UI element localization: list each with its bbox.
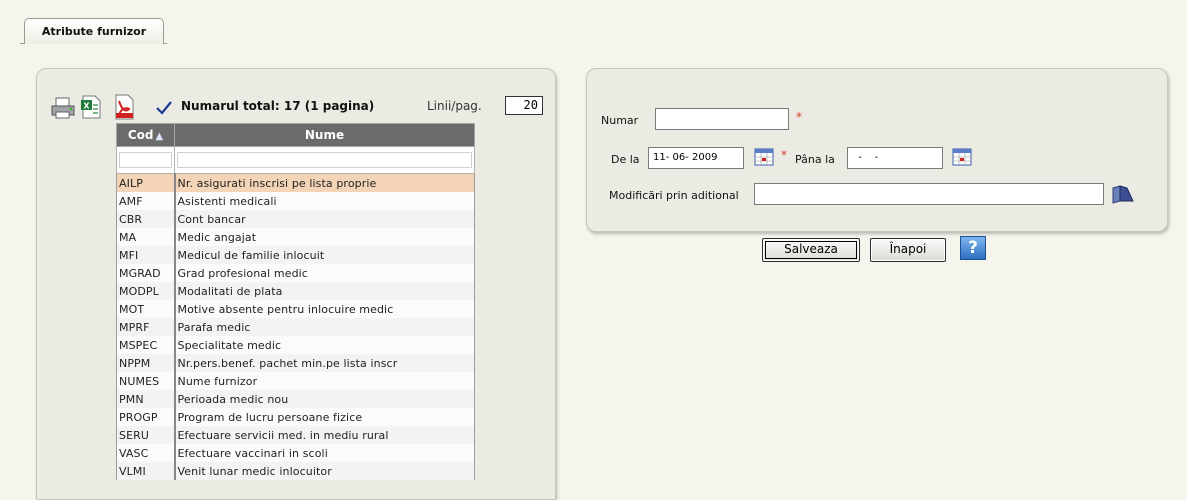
de-la-label: De la <box>611 153 640 166</box>
cell-cod: VASC <box>116 444 176 462</box>
cell-cod: MPRF <box>116 318 176 336</box>
help-icon[interactable]: ? <box>960 236 986 260</box>
sort-asc-icon: ▲ <box>155 131 164 142</box>
folder-icon[interactable] <box>1111 184 1135 204</box>
cell-cod: NUMES <box>116 372 176 390</box>
cell-nume: Cont bancar <box>174 210 475 228</box>
column-header-label: Cod <box>127 128 154 142</box>
table-row[interactable]: MSPEC Specialitate medic <box>116 336 475 354</box>
cell-nume: Grad profesional medic <box>174 264 475 282</box>
table-row[interactable]: CBR Cont bancar <box>116 210 475 228</box>
pdf-icon[interactable] <box>113 93 135 121</box>
cell-cod: AILP <box>116 173 176 192</box>
table-body: AILP Nr. asigurati inscrisi pe lista prop… <box>116 173 475 480</box>
cell-nume: Nr. asigurati inscrisi pe lista proprie <box>174 173 475 192</box>
filter-input-nume[interactable] <box>177 152 472 168</box>
table-row[interactable]: MOT Motive absente pentru inlocuire medic <box>116 300 475 318</box>
cell-nume: Specialitate medic <box>174 336 475 354</box>
de-la-date-input[interactable]: 11- 06- 2009 <box>648 147 744 169</box>
checkmark-icon[interactable] <box>155 100 173 116</box>
results-table: Cod ▲ Nume AILP Nr. asigurati inscrisi pe … <box>116 123 475 480</box>
cell-nume: Efectuare vaccinari in scoli <box>174 444 475 462</box>
cell-cod: NPPM <box>116 354 176 372</box>
cell-cod: MODPL <box>116 282 176 300</box>
table-row[interactable]: MPRF Parafa medic <box>116 318 475 336</box>
cell-cod: MA <box>116 228 176 246</box>
cell-cod: MFI <box>116 246 176 264</box>
cell-cod: AMF <box>116 192 176 210</box>
cell-nume: Motive absente pentru inlocuire medic <box>174 300 475 318</box>
save-button[interactable]: Salveaza <box>762 238 860 262</box>
table-row[interactable]: VLMI Venit lunar medic inlocuitor <box>116 462 475 480</box>
table-row[interactable]: SERU Efectuare servicii med. in mediu rur… <box>116 426 475 444</box>
table-row[interactable]: NUMES Nume furnizor <box>116 372 475 390</box>
cell-cod: CBR <box>116 210 176 228</box>
calendar-icon[interactable] <box>952 148 972 166</box>
printer-icon[interactable] <box>50 96 76 120</box>
rows-per-page-input[interactable]: 20 <box>505 96 543 115</box>
cell-nume: Nume furnizor <box>174 372 475 390</box>
cell-nume: Medicul de familie inlocuit <box>174 246 475 264</box>
table-row[interactable]: VASC Efectuare vaccinari in scoli <box>116 444 475 462</box>
tab-divider <box>20 43 24 44</box>
save-button-label: Salveaza <box>784 242 838 256</box>
cell-nume: Perioada medic nou <box>174 390 475 408</box>
back-button[interactable]: Înapoi <box>870 238 946 262</box>
excel-icon[interactable]: X <box>80 94 102 120</box>
cell-cod: MSPEC <box>116 336 176 354</box>
cell-nume: Efectuare servicii med. in mediu rural <box>174 426 475 444</box>
cell-cod: SERU <box>116 426 176 444</box>
calendar-icon[interactable] <box>754 148 774 166</box>
column-header-nume[interactable]: Nume <box>174 123 475 147</box>
cell-nume: Modalitati de plata <box>174 282 475 300</box>
table-row[interactable]: AMF Asistenti medicali <box>116 192 475 210</box>
rows-per-page-label: Linii/pag. <box>427 99 482 113</box>
table-row[interactable]: NPPM Nr.pers.benef. pachet min.pe lista i… <box>116 354 475 372</box>
tab-atribute-furnizor[interactable]: Atribute furnizor <box>24 18 164 44</box>
filter-cell-nume[interactable] <box>174 146 475 174</box>
table-row[interactable]: AILP Nr. asigurati inscrisi pe lista prop… <box>116 173 475 192</box>
table-row[interactable]: MGRAD Grad profesional medic <box>116 264 475 282</box>
cell-cod: MOT <box>116 300 176 318</box>
modificari-label: Modificări prin aditional <box>609 189 739 202</box>
table-row[interactable]: MA Medic angajat <box>116 228 475 246</box>
tab-divider <box>163 43 167 44</box>
cell-cod: PMN <box>116 390 176 408</box>
pana-la-label: Pâna la <box>795 153 835 166</box>
pana-la-date-input[interactable]: - - <box>847 147 943 169</box>
table-row[interactable]: PROGP Program de lucru persoane fizice <box>116 408 475 426</box>
numar-label: Numar <box>601 114 639 127</box>
table-row[interactable]: MFI Medicul de familie inlocuit <box>116 246 475 264</box>
cell-cod: MGRAD <box>116 264 176 282</box>
table-row[interactable]: MODPL Modalitati de plata <box>116 282 475 300</box>
column-header-cod[interactable]: Cod ▲ <box>116 123 175 147</box>
cell-nume: Asistenti medicali <box>174 192 475 210</box>
svg-text:X: X <box>83 102 90 111</box>
cell-nume: Venit lunar medic inlocuitor <box>174 462 475 480</box>
required-marker: * <box>781 148 787 162</box>
cell-nume: Parafa medic <box>174 318 475 336</box>
modificari-input[interactable] <box>754 183 1104 205</box>
cell-nume: Nr.pers.benef. pachet min.pe lista inscr <box>174 354 475 372</box>
cell-nume: Medic angajat <box>174 228 475 246</box>
cell-cod: PROGP <box>116 408 176 426</box>
cell-cod: VLMI <box>116 462 176 480</box>
cell-nume: Program de lucru persoane fizice <box>174 408 475 426</box>
required-marker: * <box>796 110 802 124</box>
numar-input[interactable] <box>655 108 789 130</box>
total-count: Numarul total: 17 (1 pagina) <box>181 99 375 113</box>
filter-input-cod[interactable] <box>119 152 172 168</box>
back-button-label: Înapoi <box>889 242 927 256</box>
table-row[interactable]: PMN Perioada medic nou <box>116 390 475 408</box>
filter-cell-cod[interactable] <box>116 146 175 174</box>
